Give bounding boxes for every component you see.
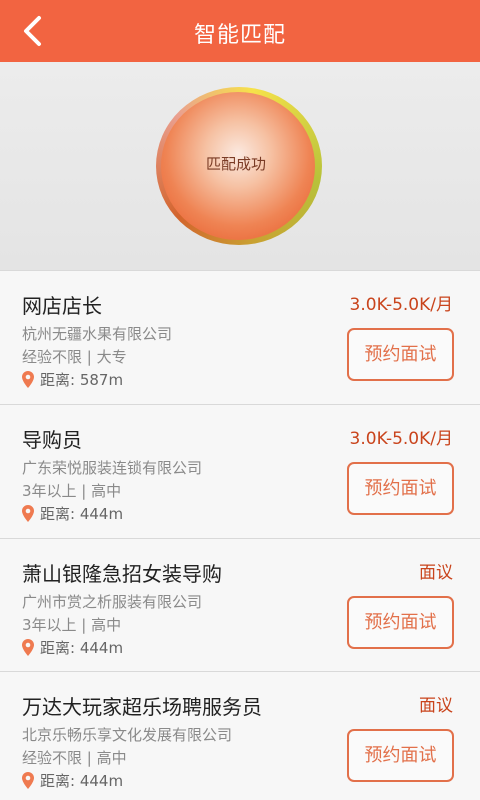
job-distance-row: 距离: 587m bbox=[22, 369, 123, 389]
job-salary: 面议 bbox=[419, 696, 453, 716]
job-company: 杭州无疆水果有限公司 bbox=[22, 325, 173, 343]
app-header: 智能匹配 bbox=[0, 0, 480, 62]
job-title: 导购员 bbox=[22, 428, 82, 452]
job-list-item[interactable]: 网店店长 杭州无疆水果有限公司 经验不限 | 大专 距离: 587m 3.0K-… bbox=[0, 271, 480, 404]
job-requirements: 经验不限 | 大专 bbox=[22, 348, 127, 366]
location-pin-icon bbox=[22, 638, 34, 656]
match-orb: 匹配成功 bbox=[156, 87, 324, 247]
job-list-item[interactable]: 萧山银隆急招女装导购 广州市赏之析服装有限公司 3年以上 | 高中 距离: 44… bbox=[0, 539, 480, 672]
location-pin-icon bbox=[22, 370, 34, 388]
job-distance: 距离: 444m bbox=[40, 639, 124, 657]
job-distance-row: 距离: 444m bbox=[22, 503, 123, 523]
job-company: 广东荣悦服装连锁有限公司 bbox=[22, 459, 203, 477]
job-distance: 距离: 587m bbox=[40, 371, 124, 389]
job-salary: 面议 bbox=[419, 563, 453, 583]
job-company: 广州市赏之析服装有限公司 bbox=[22, 593, 203, 611]
match-panel: 匹配成功 bbox=[0, 62, 480, 270]
job-requirements: 经验不限 | 高中 bbox=[22, 749, 127, 767]
match-status-text: 匹配成功 bbox=[205, 155, 266, 173]
book-interview-button[interactable]: 预约面试 bbox=[347, 729, 454, 782]
job-title: 萧山银隆急招女装导购 bbox=[22, 562, 222, 586]
job-distance-row: 距离: 444m bbox=[22, 637, 123, 657]
job-title: 网店店长 bbox=[22, 294, 102, 318]
job-requirements: 3年以上 | 高中 bbox=[22, 616, 122, 634]
job-salary: 3.0K-5.0K/月 bbox=[349, 295, 453, 315]
job-distance: 距离: 444m bbox=[40, 772, 124, 790]
job-company: 北京乐畅乐享文化发展有限公司 bbox=[22, 726, 233, 744]
location-pin-icon bbox=[22, 504, 34, 522]
job-requirements: 3年以上 | 高中 bbox=[22, 482, 122, 500]
book-interview-button[interactable]: 预约面试 bbox=[347, 328, 454, 381]
job-title: 万达大玩家超乐场聘服务员 bbox=[22, 695, 262, 719]
job-distance: 距离: 444m bbox=[40, 505, 124, 523]
job-list-item[interactable]: 万达大玩家超乐场聘服务员 北京乐畅乐享文化发展有限公司 经验不限 | 高中 距离… bbox=[0, 672, 480, 800]
page-title: 智能匹配 bbox=[193, 23, 286, 48]
job-distance-row: 距离: 444m bbox=[22, 770, 123, 790]
job-salary: 3.0K-5.0K/月 bbox=[349, 429, 453, 449]
job-list-item[interactable]: 导购员 广东荣悦服装连锁有限公司 3年以上 | 高中 距离: 444m 3.0K… bbox=[0, 405, 480, 538]
location-pin-icon bbox=[22, 771, 34, 789]
book-interview-button[interactable]: 预约面试 bbox=[347, 462, 454, 515]
book-interview-button[interactable]: 预约面试 bbox=[347, 596, 454, 649]
